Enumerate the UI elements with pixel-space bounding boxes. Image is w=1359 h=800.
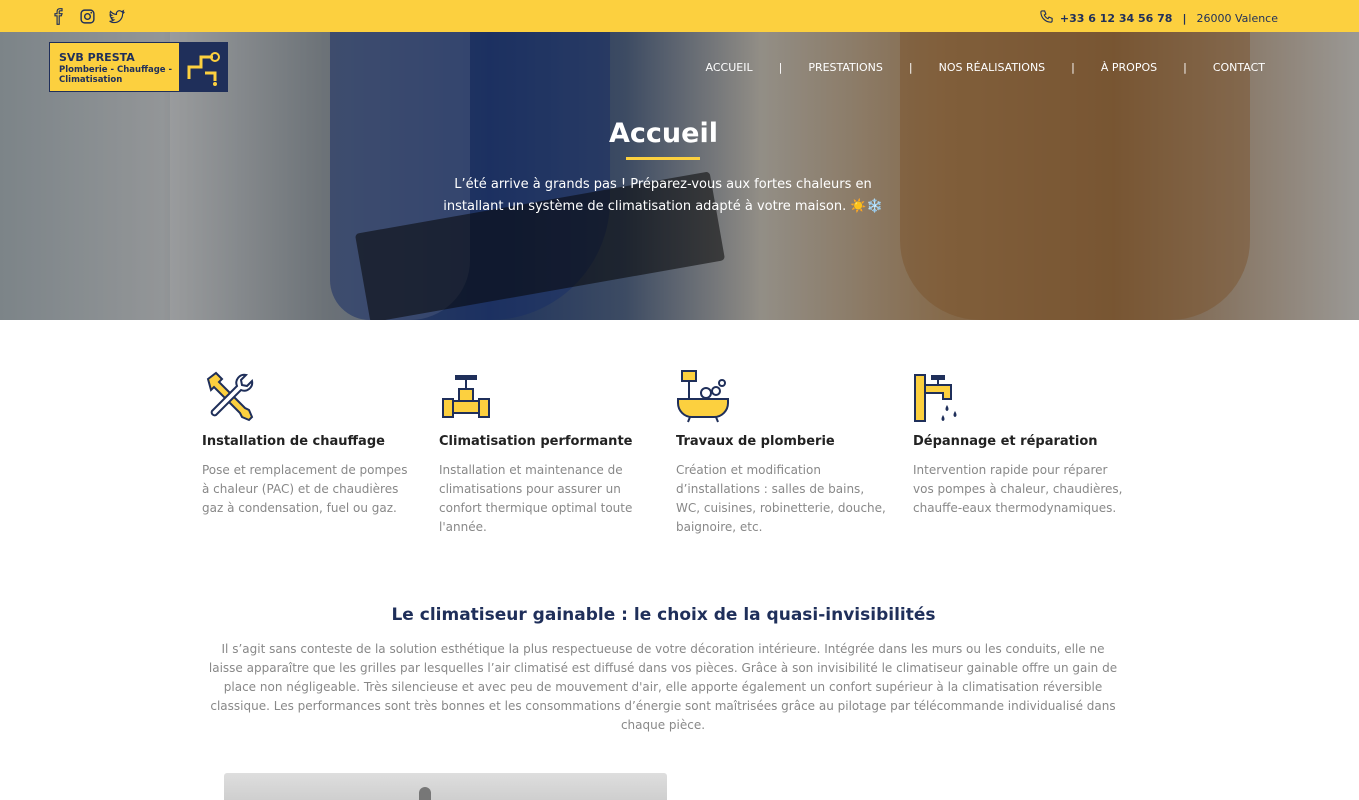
valve-pipe-icon bbox=[439, 369, 493, 423]
nav-divider: | bbox=[908, 61, 913, 74]
service-card-climatisation: Climatisation performante Installation e… bbox=[439, 369, 654, 537]
bathtub-icon bbox=[676, 369, 730, 423]
page-title: Accueil bbox=[609, 118, 718, 149]
service-description: Installation et maintenance de climatisa… bbox=[439, 463, 633, 534]
services-grid: Installation de chauffage Pose et rempla… bbox=[202, 369, 1152, 549]
pipe-logo-icon bbox=[179, 43, 227, 91]
nav-accueil[interactable]: ACCUEIL bbox=[706, 61, 753, 74]
nav-contact[interactable]: CONTACT bbox=[1213, 61, 1265, 74]
twitter-icon[interactable] bbox=[108, 8, 125, 25]
phone-icon bbox=[1039, 9, 1054, 27]
section-title: Le climatiseur gainable : le choix de la… bbox=[391, 605, 936, 625]
separator: | bbox=[1182, 11, 1187, 25]
service-card-depannage: Dépannage et réparation Intervention rap… bbox=[913, 369, 1128, 518]
facebook-icon[interactable] bbox=[50, 8, 67, 25]
service-title: Climatisation performante bbox=[439, 434, 633, 449]
phone-number[interactable]: +33 6 12 34 56 78 bbox=[1060, 12, 1173, 25]
main-nav: ACCUEIL | PRESTATIONS | NOS RÉALISATIONS… bbox=[706, 61, 1265, 74]
social-links bbox=[50, 8, 125, 25]
instagram-icon[interactable] bbox=[79, 8, 96, 25]
service-card-chauffage: Installation de chauffage Pose et rempla… bbox=[202, 369, 417, 518]
nav-prestations[interactable]: PRESTATIONS bbox=[808, 61, 883, 74]
nav-realisations[interactable]: NOS RÉALISATIONS bbox=[939, 61, 1046, 74]
wrench-screwdriver-icon bbox=[202, 369, 256, 423]
air-conditioner-image bbox=[224, 773, 667, 800]
service-title: Dépannage et réparation bbox=[913, 434, 1098, 449]
service-description: Intervention rapide pour réparer vos pom… bbox=[913, 463, 1123, 515]
logo-line-1: SVB PRESTA bbox=[59, 51, 135, 64]
service-title: Installation de chauffage bbox=[202, 434, 385, 449]
top-bar: +33 6 12 34 56 78 | 26000 Valence bbox=[0, 0, 1359, 32]
city-location: 26000 Valence bbox=[1196, 11, 1278, 25]
service-description: Pose et remplacement de pompes à chaleur… bbox=[202, 463, 408, 515]
image-object bbox=[419, 787, 431, 800]
hero-description: L’été arrive à grands pas ! Préparez-vou… bbox=[443, 177, 883, 214]
nav-divider: | bbox=[1071, 61, 1075, 74]
faucet-icon bbox=[913, 369, 967, 423]
site-logo[interactable]: SVB PRESTA Plomberie - Chauffage - Clima… bbox=[49, 42, 228, 92]
nav-a-propos[interactable]: À PROPOS bbox=[1101, 61, 1157, 74]
contact-info: +33 6 12 34 56 78 | 26000 Valence bbox=[1039, 9, 1278, 27]
title-underline bbox=[626, 157, 700, 160]
service-title: Travaux de plomberie bbox=[676, 434, 835, 449]
service-description: Création et modification d’installations… bbox=[676, 463, 886, 534]
nav-divider: | bbox=[1183, 61, 1187, 74]
logo-line-3: Climatisation bbox=[59, 75, 123, 85]
logo-line-2: Plomberie - Chauffage - bbox=[59, 65, 173, 75]
service-card-plomberie: Travaux de plomberie Création et modific… bbox=[676, 369, 891, 537]
nav-divider: | bbox=[778, 61, 783, 74]
section-description: Il s’agit sans conteste de la solution e… bbox=[208, 642, 1118, 732]
